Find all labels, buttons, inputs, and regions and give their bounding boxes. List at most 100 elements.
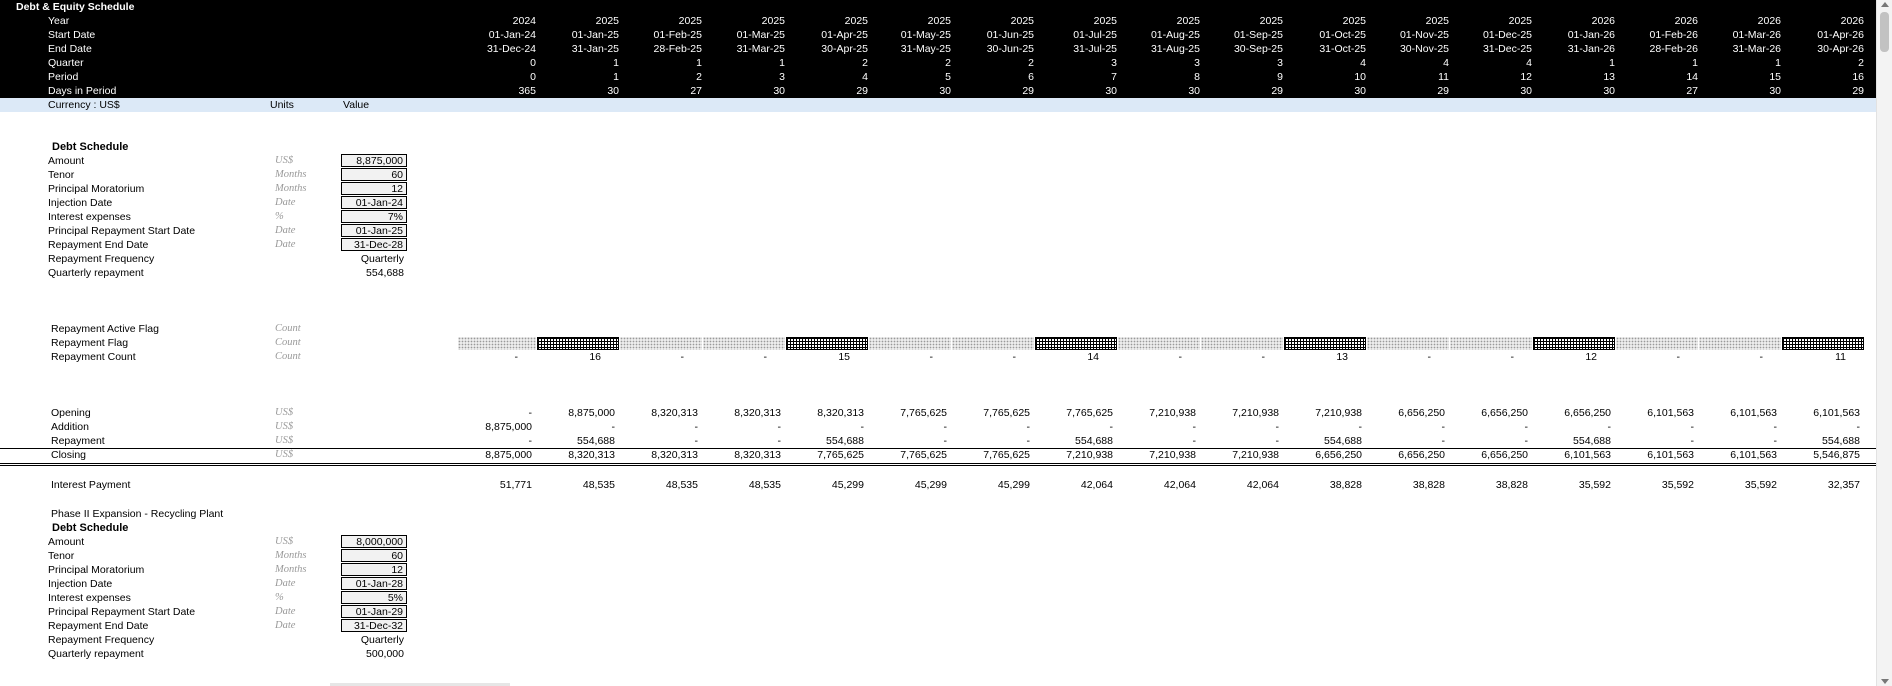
timeline-end-cell: 30-Apr-25 xyxy=(821,43,868,55)
repayment-count-cell: 16 xyxy=(589,351,601,363)
balance-cell: 554,688 xyxy=(826,435,864,447)
balance-cell: 7,765,625 xyxy=(1066,407,1113,419)
timeline-period-cell: 9 xyxy=(1277,71,1283,83)
closing-double-border xyxy=(0,465,1876,466)
balance-cell: - xyxy=(777,435,782,447)
repayment-count-cell: - xyxy=(1261,351,1266,363)
input-value-cell[interactable]: 01-Jan-24 xyxy=(341,196,407,209)
repayment-count-cell: - xyxy=(1759,351,1764,363)
value-header: Value xyxy=(343,99,370,111)
input-value-cell[interactable]: 8,000,000 xyxy=(341,535,407,548)
balance-cell: - xyxy=(1690,421,1695,433)
timeline-quarter-cell: 3 xyxy=(1111,57,1117,69)
repayment-count-cell: - xyxy=(1676,351,1681,363)
timeline-end-cell: 30-Apr-26 xyxy=(1817,43,1864,55)
timeline-start-cell: 01-Jan-26 xyxy=(1567,29,1615,41)
input-value-cell[interactable]: 5% xyxy=(341,591,407,604)
interest-label: Interest Payment xyxy=(51,479,131,491)
input-value-cell[interactable]: 12 xyxy=(341,182,407,195)
balance-cell: 8,875,000 xyxy=(568,407,615,419)
timeline-quarter-cell: 0 xyxy=(530,57,536,69)
balance-cell: 7,210,938 xyxy=(1232,407,1279,419)
interest-cell: 35,592 xyxy=(1661,479,1694,491)
balance-cell: - xyxy=(1524,435,1529,447)
computed-value: 500,000 xyxy=(366,648,404,660)
repayment-flag-cell xyxy=(1699,337,1781,350)
balance-label-opening: Opening xyxy=(51,407,91,419)
input-value-cell[interactable]: 31-Dec-32 xyxy=(341,619,407,632)
balance-cell: - xyxy=(1358,421,1363,433)
timeline-days-cell: 30 xyxy=(1520,85,1532,97)
interest-cell: 42,064 xyxy=(1163,479,1196,491)
input-value-cell[interactable]: 12 xyxy=(341,563,407,576)
input-label: Interest expenses xyxy=(48,211,131,223)
timeline-period-cell: 2 xyxy=(696,71,702,83)
timeline-days-cell: 30 xyxy=(1105,85,1117,97)
input-value-cell[interactable]: 01-Jan-28 xyxy=(341,577,407,590)
balance-cell: 6,656,250 xyxy=(1481,449,1528,461)
spreadsheet[interactable]: Debt & Equity Schedule Currency : US$ Un… xyxy=(0,0,1876,686)
timeline-start-cell: 01-Aug-25 xyxy=(1150,29,1200,41)
timeline-end-cell: 31-Mar-26 xyxy=(1732,43,1781,55)
timeline-end-cell: 31-Dec-25 xyxy=(1482,43,1532,55)
timeline-start-cell: 01-Apr-25 xyxy=(821,29,868,41)
balance-cell: - xyxy=(1690,435,1695,447)
timeline-period-cell: 13 xyxy=(1603,71,1615,83)
scroll-up-icon[interactable] xyxy=(1881,2,1889,7)
interest-cell: 48,535 xyxy=(582,479,615,491)
timeline-start-cell: 01-Jun-25 xyxy=(986,29,1034,41)
timeline-year-cell: 2026 xyxy=(1591,15,1615,27)
input-label: Repayment Frequency xyxy=(48,253,155,265)
timeline-days-cell: 29 xyxy=(1271,85,1283,97)
repayment-count-cell: - xyxy=(680,351,685,363)
scroll-thumb[interactable] xyxy=(1880,12,1889,52)
timeline-start-cell: 01-Mar-25 xyxy=(736,29,785,41)
flag-label-repayment: Repayment Flag xyxy=(51,337,129,349)
input-value-cell[interactable]: 8,875,000 xyxy=(341,154,407,167)
timeline-days-cell: 365 xyxy=(518,85,536,97)
closing-bottom-border xyxy=(0,463,1876,464)
balance-cell: 8,320,313 xyxy=(568,449,615,461)
interest-cell: 45,299 xyxy=(997,479,1030,491)
timeline-end-cell: 31-Jul-25 xyxy=(1073,43,1117,55)
vertical-scrollbar[interactable] xyxy=(1876,0,1892,686)
input-value-cell[interactable]: 60 xyxy=(341,168,407,181)
timeline-quarter-cell: 1 xyxy=(1692,57,1698,69)
computed-value: 554,688 xyxy=(366,267,404,279)
balance-cell: - xyxy=(1773,421,1778,433)
balance-cell: 7,210,938 xyxy=(1149,407,1196,419)
repayment-flag-cell xyxy=(1450,337,1532,350)
input-value-cell[interactable]: 31-Dec-28 xyxy=(341,238,407,251)
balance-cell: 6,656,250 xyxy=(1564,407,1611,419)
timeline-period-cell: 6 xyxy=(1028,71,1034,83)
timeline-year-cell: 2026 xyxy=(1757,15,1781,27)
interest-cell: 51,771 xyxy=(499,479,532,491)
input-unit: Date xyxy=(275,239,296,250)
timeline-year-cell: 2026 xyxy=(1674,15,1698,27)
input-value-cell[interactable]: 01-Jan-25 xyxy=(341,224,407,237)
timeline-quarter-cell: 4 xyxy=(1526,57,1532,69)
balance-cell: - xyxy=(1192,421,1197,433)
timeline-start-cell: 01-Jan-25 xyxy=(571,29,619,41)
repayment-count-cell: 11 xyxy=(1835,351,1846,363)
repayment-count-cell: - xyxy=(929,351,934,363)
input-unit: Date xyxy=(275,578,296,589)
input-value-cell[interactable]: 7% xyxy=(341,210,407,223)
repayment-count-cell: - xyxy=(1012,351,1017,363)
timeline-end-cell: 30-Nov-25 xyxy=(1399,43,1449,55)
closing-top-border xyxy=(0,448,1876,449)
input-value-cell[interactable]: 60 xyxy=(341,549,407,562)
balance-cell: 7,765,625 xyxy=(983,407,1030,419)
scroll-down-icon[interactable] xyxy=(1881,679,1889,684)
interest-cell: 35,592 xyxy=(1744,479,1777,491)
timeline-period-cell: 7 xyxy=(1111,71,1117,83)
balance-cell: - xyxy=(1441,421,1446,433)
input-value-cell[interactable]: 01-Jan-29 xyxy=(341,605,407,618)
timeline-end-cell: 28-Feb-26 xyxy=(1649,43,1698,55)
timeline-start-cell: 01-May-25 xyxy=(900,29,951,41)
timeline-start-cell: 01-Nov-25 xyxy=(1399,29,1449,41)
timeline-year-cell: 2025 xyxy=(595,15,619,27)
timeline-quarter-cell: 2 xyxy=(862,57,868,69)
timeline-quarter-cell: 4 xyxy=(1443,57,1449,69)
timeline-days-cell: 29 xyxy=(1852,85,1864,97)
